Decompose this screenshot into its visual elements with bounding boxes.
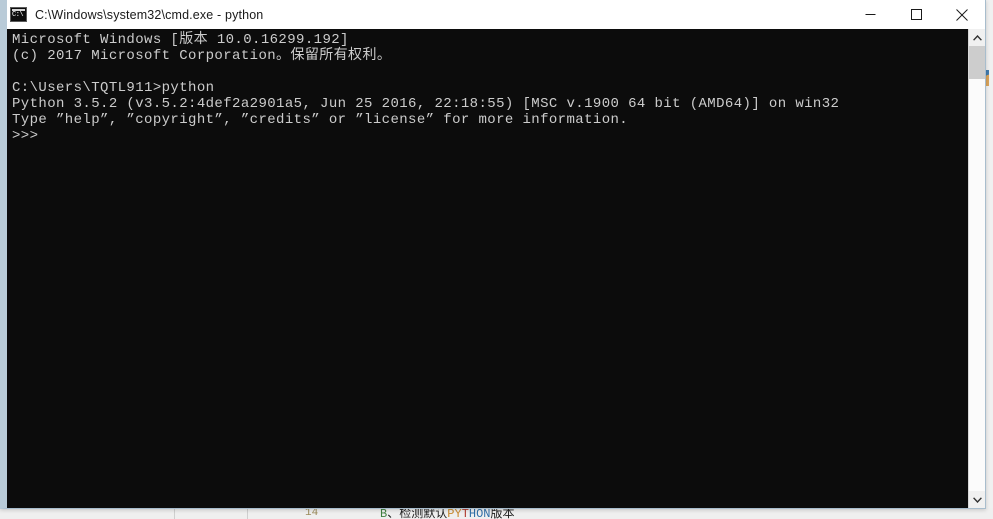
console-scrollbar-thumb[interactable] <box>969 46 985 79</box>
backdrop-code-token: 检 <box>399 508 412 519</box>
maximize-button[interactable] <box>893 0 939 29</box>
scroll-up-arrow-icon[interactable] <box>969 29 985 46</box>
minimize-button[interactable] <box>847 0 893 29</box>
cmd-window[interactable]: C:\ C:\Windows\system32\cmd.exe - python <box>0 0 986 509</box>
backdrop-code-token: 测 <box>411 508 424 519</box>
cmd-icon-label: C:\ <box>12 11 24 19</box>
backdrop-code-token: Y <box>454 508 462 519</box>
console-text: Microsoft Windows [版本 10.0.16299.192] (c)… <box>12 32 839 144</box>
backdrop-code-token: T <box>461 508 469 519</box>
backdrop-code-token: 默 <box>423 508 436 519</box>
backdrop-code-line: B、检测默认PYTHON版本 <box>380 508 515 519</box>
backdrop-code-token: 本 <box>502 508 515 519</box>
backdrop-editor-strip: 14 B、检测默认PYTHON版本 <box>0 508 993 519</box>
close-button[interactable] <box>939 0 985 29</box>
window-title: C:\Windows\system32\cmd.exe - python <box>35 7 264 22</box>
backdrop-line-number: 14 <box>305 508 319 519</box>
console-line: C:\Users\TQTL911>python <box>12 80 215 96</box>
console-output-area[interactable]: Microsoft Windows [版本 10.0.16299.192] (c)… <box>7 29 985 508</box>
backdrop-divider-right <box>247 508 248 519</box>
backdrop-code-token: H <box>468 508 477 519</box>
backdrop-code-token: 认 <box>435 508 448 519</box>
console-line: Type ”help”, ”copyright”, ”credits” or ”… <box>12 112 629 128</box>
title-bar[interactable]: C:\ C:\Windows\system32\cmd.exe - python <box>7 0 985 29</box>
scroll-down-arrow-icon[interactable] <box>969 491 985 508</box>
backdrop-code-token: 、 <box>387 508 400 519</box>
console-line: (c) 2017 Microsoft Corporation。保留所有权利。 <box>12 48 392 64</box>
console-line: >>> <box>12 128 39 144</box>
window-controls[interactable] <box>847 0 985 29</box>
cmd-icon: C:\ <box>10 7 27 22</box>
console-scrollbar-track[interactable] <box>969 46 985 491</box>
backdrop-code-token: N <box>483 508 491 519</box>
backdrop-divider-left <box>174 508 175 519</box>
backdrop-code-token: 版 <box>490 508 503 519</box>
console-line: Python 3.5.2 (v3.5.2:4def2a2901a5, Jun 2… <box>12 96 840 112</box>
console-scrollbar[interactable] <box>968 29 985 508</box>
console-line: Microsoft Windows [版本 10.0.16299.192] <box>12 32 349 48</box>
